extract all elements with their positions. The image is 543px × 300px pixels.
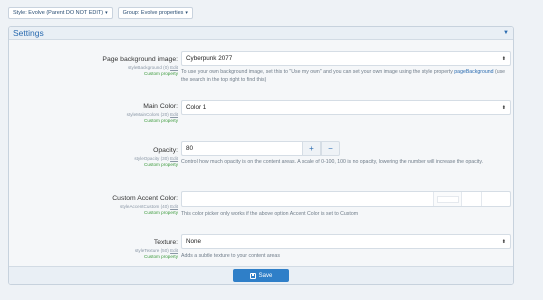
main-color-select[interactable]: Color 1 ⬍ bbox=[181, 100, 511, 115]
collapse-icon[interactable]: ▼ bbox=[503, 30, 509, 36]
edit-link[interactable]: Edit bbox=[170, 248, 178, 253]
panel-title: Settings bbox=[13, 28, 44, 38]
custom-property-label: Custom property bbox=[144, 254, 178, 259]
property-id: styleBackground (0) bbox=[127, 65, 169, 70]
property-label-block: Texture: styleTexture (50) Edit Custom p… bbox=[135, 239, 178, 259]
select-arrows-icon: ⬍ bbox=[501, 238, 506, 245]
edit-link[interactable]: Edit bbox=[170, 204, 178, 209]
settings-panel: Settings ▼ Page background image: styleB… bbox=[8, 26, 514, 285]
property-meta: styleMainColors (20) Edit bbox=[127, 112, 178, 117]
property-label: Custom Accent Color: bbox=[112, 195, 178, 202]
select-value: None bbox=[186, 238, 202, 245]
property-label-block: Main Color: styleMainColors (20) Edit Cu… bbox=[127, 103, 178, 123]
property-label: Main Color: bbox=[143, 103, 178, 110]
custom-property-label: Custom property bbox=[144, 118, 178, 123]
select-value: Color 1 bbox=[186, 104, 207, 111]
style-chooser[interactable]: Style: Evolve (Parent DO NOT EDIT) ▾ bbox=[8, 7, 113, 19]
panel-header[interactable]: Settings ▼ bbox=[9, 27, 513, 40]
color-clear-button[interactable] bbox=[462, 192, 482, 206]
save-label: Save bbox=[258, 272, 273, 279]
opacity-input[interactable]: 80 bbox=[181, 141, 302, 156]
color-swatch-box[interactable] bbox=[434, 192, 462, 206]
edit-link[interactable]: Edit bbox=[170, 156, 178, 161]
opacity-stepper: 80 + − bbox=[181, 141, 340, 156]
property-label: Texture: bbox=[153, 239, 178, 246]
form-footer: Save bbox=[9, 266, 513, 284]
property-label-block: Custom Accent Color: styleAccentCustom (… bbox=[112, 195, 178, 215]
property-hint: To use your own background image, set th… bbox=[181, 68, 511, 84]
group-chooser-label: Group: Evolve properties bbox=[122, 10, 184, 16]
accent-color-picker[interactable] bbox=[181, 191, 511, 207]
property-label-block: Page background image: styleBackground (… bbox=[102, 56, 178, 76]
select-arrows-icon: ⬍ bbox=[501, 104, 506, 111]
page-background-link[interactable]: pageBackground bbox=[454, 69, 493, 75]
color-swatch bbox=[436, 195, 459, 203]
custom-property-label: Custom property bbox=[144, 210, 178, 215]
style-chooser-label: Style: Evolve (Parent DO NOT EDIT) bbox=[13, 10, 104, 16]
property-hint: Adds a subtle texture to your content ar… bbox=[181, 253, 280, 259]
group-chooser[interactable]: Group: Evolve properties ▾ bbox=[117, 7, 193, 19]
property-id: styleMainColors (20) bbox=[126, 112, 169, 117]
property-id: styleAccentCustom (40) bbox=[120, 204, 169, 209]
color-picker-button[interactable] bbox=[482, 192, 510, 206]
color-text-input[interactable] bbox=[182, 192, 434, 206]
hint-text: To use your own background image, set th… bbox=[181, 69, 455, 75]
property-hint: Control how much opacity is on the conte… bbox=[181, 159, 483, 165]
chevron-down-icon: ▾ bbox=[105, 10, 108, 16]
property-meta: styleAccentCustom (40) Edit bbox=[112, 204, 178, 209]
background-image-select[interactable]: Cyberpunk 2077 ⬍ bbox=[181, 51, 511, 66]
property-id: styleOpacity (30) bbox=[134, 156, 169, 161]
increment-button[interactable]: + bbox=[302, 141, 321, 156]
decrement-button[interactable]: − bbox=[321, 141, 340, 156]
texture-select[interactable]: None ⬍ bbox=[181, 234, 511, 249]
topbar: Style: Evolve (Parent DO NOT EDIT) ▾ Gro… bbox=[8, 7, 193, 19]
custom-property-label: Custom property bbox=[144, 162, 178, 167]
save-button[interactable]: Save bbox=[233, 269, 289, 282]
property-meta: styleOpacity (30) Edit bbox=[134, 156, 178, 161]
property-meta: styleTexture (50) Edit bbox=[135, 248, 178, 253]
property-label-block: Opacity: styleOpacity (30) Edit Custom p… bbox=[134, 147, 178, 167]
chevron-down-icon: ▾ bbox=[185, 10, 188, 16]
property-label: Page background image: bbox=[102, 56, 178, 63]
property-label: Opacity: bbox=[153, 147, 178, 154]
edit-link[interactable]: Edit bbox=[170, 112, 178, 117]
property-hint: This color picker only works if the abov… bbox=[181, 211, 359, 217]
property-id: styleTexture (50) bbox=[134, 248, 169, 253]
custom-property-label: Custom property bbox=[144, 71, 178, 76]
select-value: Cyberpunk 2077 bbox=[186, 55, 233, 62]
property-meta: styleBackground (0) Edit bbox=[102, 65, 178, 70]
save-icon bbox=[249, 272, 256, 279]
edit-link[interactable]: Edit bbox=[170, 65, 178, 70]
select-arrows-icon: ⬍ bbox=[501, 55, 506, 62]
